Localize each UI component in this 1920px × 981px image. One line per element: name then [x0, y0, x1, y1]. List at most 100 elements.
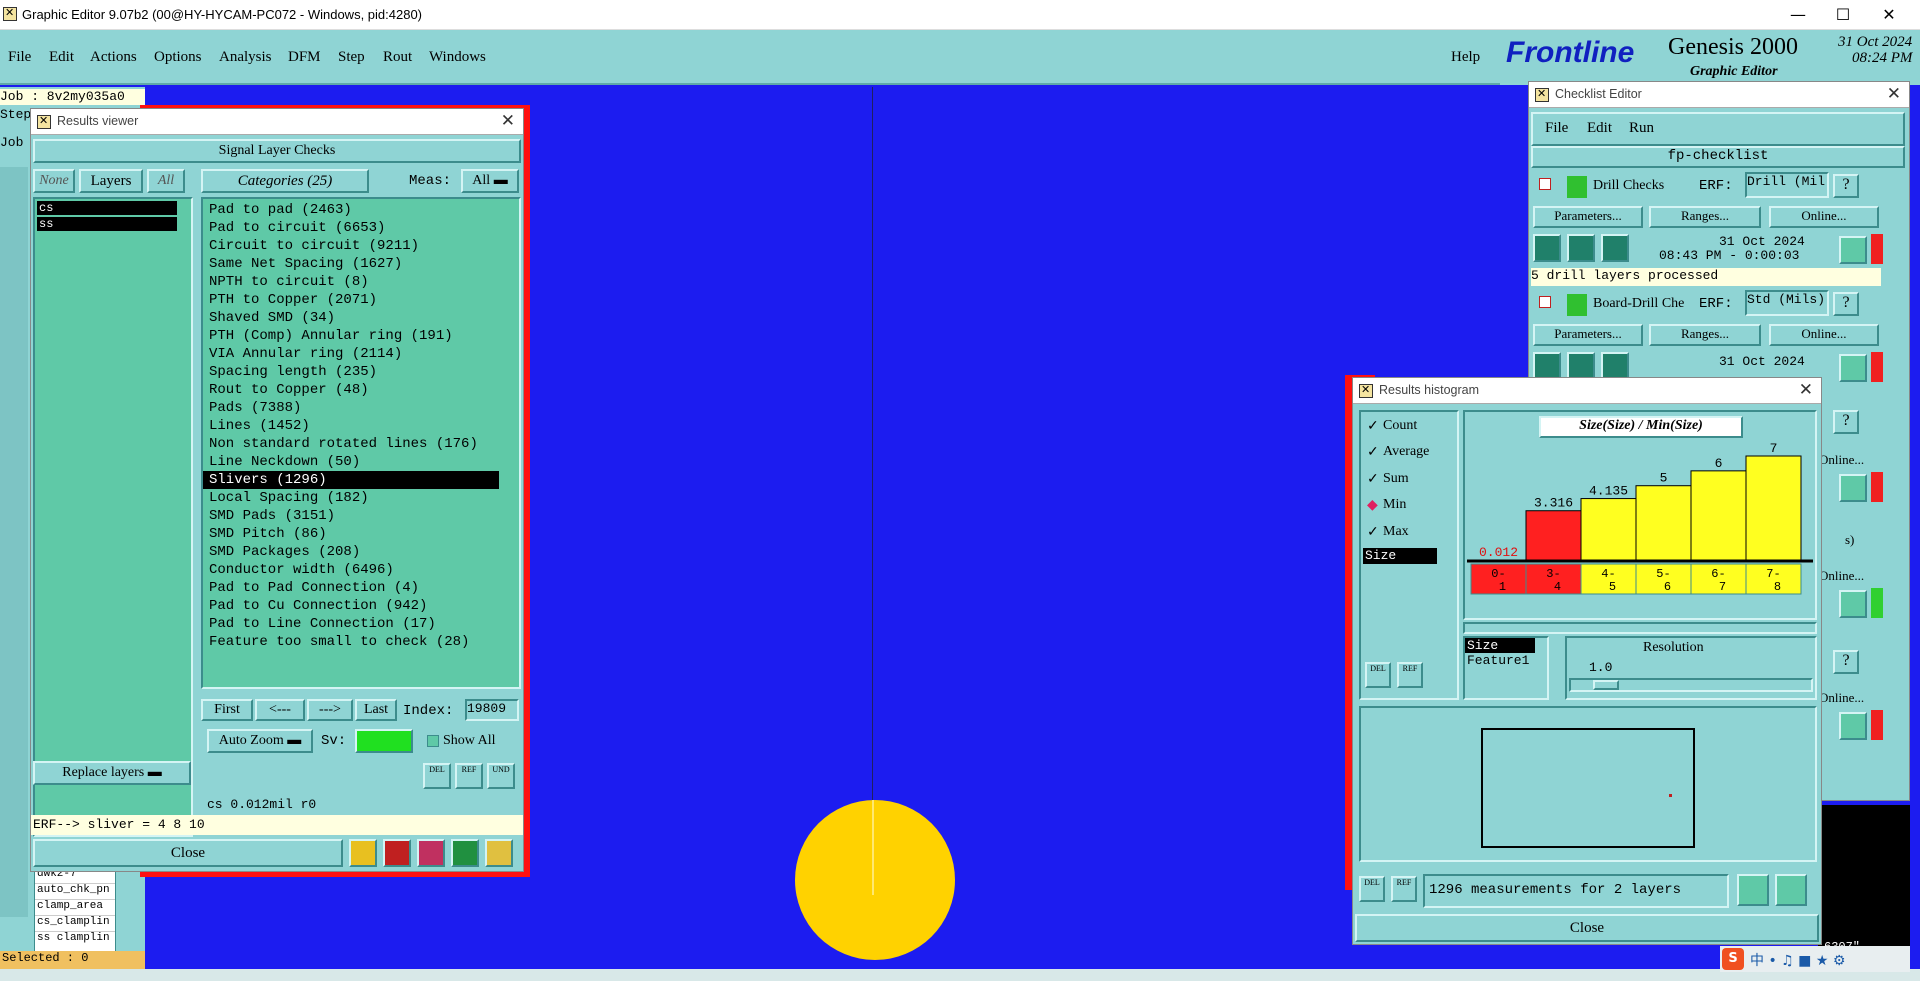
zoom-icon[interactable]: [1839, 590, 1867, 618]
del-button[interactable]: DEL: [423, 763, 451, 789]
category-item[interactable]: Lines (1452): [203, 417, 519, 435]
minimize-icon[interactable]: —: [1775, 4, 1821, 26]
opt-average[interactable]: Average: [1383, 444, 1429, 460]
layer-item[interactable]: clamp_area: [35, 900, 115, 916]
none-button[interactable]: None: [33, 169, 75, 193]
category-item[interactable]: Spacing length (235): [203, 363, 519, 381]
help-icon[interactable]: ?: [1833, 292, 1859, 316]
category-item[interactable]: PTH (Comp) Annular ring (191): [203, 327, 519, 345]
histogram-scrollbar[interactable]: [1463, 622, 1817, 634]
field-size[interactable]: Size: [1363, 548, 1437, 564]
run-icon[interactable]: [1533, 352, 1561, 380]
opt-count-check[interactable]: ✓: [1367, 418, 1379, 435]
zoom-icon[interactable]: [1839, 236, 1867, 264]
last-button[interactable]: Last: [355, 699, 397, 721]
help-icon[interactable]: ?: [1833, 650, 1859, 674]
category-item[interactable]: Pad to pad (2463): [203, 201, 519, 219]
ranges-button[interactable]: Ranges...: [1649, 206, 1761, 228]
opt-max-check[interactable]: ✓: [1367, 524, 1379, 541]
menu-options[interactable]: Options: [154, 49, 202, 66]
first-button[interactable]: First: [201, 699, 253, 721]
ref-button[interactable]: REF: [1397, 662, 1423, 688]
del-button[interactable]: DEL: [1359, 876, 1385, 902]
close-icon[interactable]: ✕: [1887, 84, 1901, 104]
categories-button[interactable]: Categories (25): [201, 169, 369, 193]
category-item[interactable]: Pad to Pad Connection (4): [203, 579, 519, 597]
zoom-icon[interactable]: [1839, 712, 1867, 740]
category-item[interactable]: Pad to Cu Connection (942): [203, 597, 519, 615]
category-item[interactable]: Circuit to circuit (9211): [203, 237, 519, 255]
category-item[interactable]: SMD Pitch (86): [203, 525, 519, 543]
category-item[interactable]: Non standard rotated lines (176): [203, 435, 519, 453]
replace-layers-dropdown[interactable]: Replace layers ▬: [33, 761, 191, 785]
category-item[interactable]: Pad to circuit (6653): [203, 219, 519, 237]
tool-icon[interactable]: [417, 839, 445, 867]
checklist-menu-edit[interactable]: Edit: [1587, 120, 1612, 137]
checklist-menu-run[interactable]: Run: [1629, 120, 1654, 137]
parameters-button[interactable]: Parameters...: [1533, 206, 1643, 228]
category-item[interactable]: Conductor width (6496): [203, 561, 519, 579]
parameters-button[interactable]: Parameters...: [1533, 324, 1643, 346]
zoom-icon[interactable]: [1839, 474, 1867, 502]
close-icon[interactable]: ✕: [1799, 380, 1813, 400]
tool-icon[interactable]: [451, 839, 479, 867]
tool-icon[interactable]: [383, 839, 411, 867]
close-icon[interactable]: ✕: [501, 111, 515, 131]
menu-file[interactable]: File: [8, 49, 31, 66]
resolution-slider[interactable]: [1569, 678, 1813, 692]
menu-rout[interactable]: Rout: [383, 49, 412, 66]
prev-button[interactable]: <---: [255, 699, 305, 721]
slider-thumb[interactable]: [1593, 680, 1619, 690]
all-button[interactable]: All: [147, 169, 185, 193]
opt-min[interactable]: Min: [1383, 497, 1406, 513]
opt-min-radio[interactable]: ◆: [1367, 497, 1378, 514]
close-button[interactable]: Close: [1355, 914, 1819, 942]
opt-sum-check[interactable]: ✓: [1367, 471, 1379, 488]
run-icon[interactable]: [1601, 234, 1629, 262]
tool-icon[interactable]: [485, 839, 513, 867]
check-enable-checkbox[interactable]: [1539, 296, 1551, 308]
category-item[interactable]: SMD Pads (3151): [203, 507, 519, 525]
meas-dropdown[interactable]: All ▬: [461, 169, 519, 193]
tool-icon[interactable]: [349, 839, 377, 867]
close-button[interactable]: Close: [33, 839, 343, 867]
layer-item[interactable]: cs_clamplin: [35, 916, 115, 932]
run-icon[interactable]: [1567, 352, 1595, 380]
layers-button[interactable]: Layers: [79, 169, 143, 193]
autozoom-dropdown[interactable]: Auto Zoom ▬: [207, 729, 313, 753]
erf-field[interactable]: Drill (Mil: [1745, 172, 1829, 198]
run-icon[interactable]: [1601, 352, 1629, 380]
menu-edit[interactable]: Edit: [49, 49, 74, 66]
menu-step[interactable]: Step: [338, 49, 365, 66]
menu-windows[interactable]: Windows: [429, 49, 486, 66]
ref-button[interactable]: REF: [1391, 876, 1417, 902]
opt-average-check[interactable]: ✓: [1367, 444, 1379, 461]
category-item[interactable]: Line Neckdown (50): [203, 453, 519, 471]
opt-sum[interactable]: Sum: [1383, 471, 1409, 487]
del-button[interactable]: DEL: [1365, 662, 1391, 688]
menu-actions[interactable]: Actions: [90, 49, 137, 66]
category-item[interactable]: PTH to Copper (2071): [203, 291, 519, 309]
field-item[interactable]: Feature1: [1465, 653, 1547, 668]
category-item[interactable]: Local Spacing (182): [203, 489, 519, 507]
layer-item-cs[interactable]: cs: [37, 201, 177, 215]
category-item[interactable]: VIA Annular ring (2114): [203, 345, 519, 363]
category-item[interactable]: Same Net Spacing (1627): [203, 255, 519, 273]
online-button[interactable]: Online...: [1769, 324, 1879, 346]
category-item[interactable]: Feature too small to check (28): [203, 633, 519, 651]
export-icon[interactable]: [1775, 874, 1807, 906]
close-icon[interactable]: ✕: [1866, 4, 1912, 26]
ranges-button[interactable]: Ranges...: [1649, 324, 1761, 346]
category-item[interactable]: Rout to Copper (48): [203, 381, 519, 399]
undo-button[interactable]: UND: [487, 763, 515, 789]
category-item[interactable]: Pads (7388): [203, 399, 519, 417]
field-item[interactable]: Size: [1465, 638, 1535, 653]
run-icon[interactable]: [1567, 234, 1595, 262]
category-item[interactable]: Shaved SMD (34): [203, 309, 519, 327]
layer-item[interactable]: ss clamplin: [35, 932, 115, 948]
maximize-icon[interactable]: ☐: [1820, 4, 1866, 26]
checklist-menu-file[interactable]: File: [1545, 120, 1568, 137]
category-item[interactable]: SMD Packages (208): [203, 543, 519, 561]
opt-max[interactable]: Max: [1383, 524, 1409, 540]
online-button[interactable]: Online...: [1769, 206, 1879, 228]
